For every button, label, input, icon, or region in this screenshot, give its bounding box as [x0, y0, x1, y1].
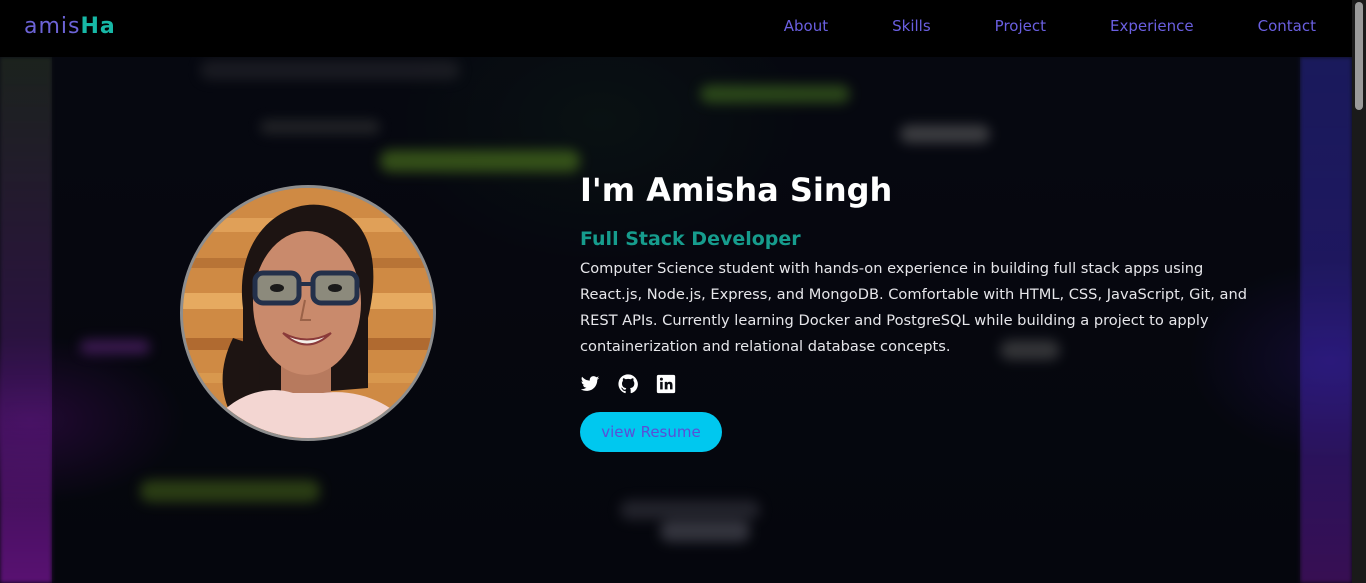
hero-description: Computer Science student with hands-on e… [580, 260, 1247, 355]
background-streak [200, 60, 460, 80]
background-side-left [0, 57, 52, 583]
nav-link-project[interactable]: Project [995, 17, 1046, 35]
navbar: amisHa About Skills Project Experience C… [0, 0, 1352, 57]
background-streak [140, 480, 320, 502]
social-links [580, 374, 1280, 394]
linkedin-icon[interactable] [656, 374, 676, 394]
background-streak [900, 125, 990, 143]
page: amisHa About Skills Project Experience C… [0, 0, 1366, 583]
background-streak [80, 340, 150, 354]
background-streak [260, 120, 380, 134]
profile-avatar [180, 185, 436, 441]
nav-links: About Skills Project Experience Contact [784, 17, 1316, 35]
github-icon[interactable] [618, 374, 638, 394]
hero-role: Full Stack Developer [580, 228, 801, 250]
background-streak [660, 520, 750, 542]
page-scrollbar[interactable] [1352, 0, 1366, 583]
background-streak [380, 150, 580, 172]
nav-link-experience[interactable]: Experience [1110, 17, 1194, 35]
logo-text-part2: Ha [80, 14, 116, 39]
view-resume-button[interactable]: view Resume [580, 412, 722, 452]
twitter-icon[interactable] [580, 374, 600, 394]
logo-text-part1: amis [24, 14, 81, 39]
background-side-right [1300, 57, 1352, 583]
background-streak [700, 85, 850, 103]
hero-title: I'm Amisha Singh [580, 171, 893, 209]
nav-link-skills[interactable]: Skills [892, 17, 931, 35]
background-streak [620, 500, 760, 520]
profile-photo-illustration [183, 188, 433, 438]
scrollbar-thumb[interactable] [1355, 2, 1363, 110]
nav-link-contact[interactable]: Contact [1258, 17, 1316, 35]
nav-link-about[interactable]: About [784, 17, 828, 35]
hero-section: I'm Amisha Singh Full Stack Developer Co… [580, 168, 1280, 452]
site-logo[interactable]: amisHa [24, 14, 116, 39]
